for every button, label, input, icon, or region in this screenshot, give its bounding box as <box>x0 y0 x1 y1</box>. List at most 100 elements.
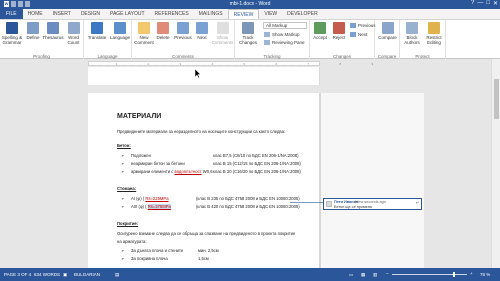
next-change-button[interactable]: Next <box>350 32 367 37</box>
protect-group: Block Authors Restrict Editing Protect <box>400 20 446 60</box>
spelling-grammar-button[interactable]: Spelling & Grammar <box>1 22 23 45</box>
compare-button[interactable]: Compare <box>376 22 399 40</box>
track-changes-button[interactable]: Track Changes <box>236 22 260 45</box>
language-indicator[interactable]: BULGARIAN <box>74 272 100 277</box>
minimize-button[interactable]: — <box>477 0 483 7</box>
next-change-icon <box>350 32 356 37</box>
previous-change-button[interactable]: Previous <box>350 23 376 28</box>
zoom-in-button[interactable]: + <box>470 271 473 276</box>
show-comments-button[interactable]: Show Comments <box>211 22 234 45</box>
markup-area <box>320 93 424 268</box>
language-icon <box>114 22 126 34</box>
translate-button[interactable]: Translate <box>86 22 108 40</box>
reviewing-pane-icon <box>264 40 270 45</box>
language-button[interactable]: Language <box>109 22 131 40</box>
proofing-group: Spelling & Grammar Define Thesaurus Word… <box>0 20 84 60</box>
cover-heading: Покритие: <box>117 221 139 226</box>
tab-insert[interactable]: INSERT <box>48 9 76 19</box>
previous-comment-button[interactable]: Previous <box>173 22 193 40</box>
selected-tracked-change[interactable]: Rs=375MPa <box>147 204 171 209</box>
close-button[interactable]: ✕ <box>493 0 498 7</box>
tracked-change[interactable]: Rs=225MPa <box>145 196 168 201</box>
tab-mailings[interactable]: MAILINGS <box>194 9 228 19</box>
tab-file[interactable]: FILE <box>0 9 23 19</box>
reply-icon[interactable]: ↩ <box>416 200 419 205</box>
reviewing-pane-button[interactable]: Reviewing Pane <box>264 40 305 45</box>
heading: МАТЕРИАЛИ <box>117 113 162 120</box>
list-item: неармиран бетон за бетони <box>131 161 185 166</box>
tracking-group: Track Changes All Markup Show Markup Rev… <box>235 20 310 60</box>
translate-icon <box>91 22 103 34</box>
maximize-button[interactable]: □ <box>486 0 490 7</box>
tab-home[interactable]: HOME <box>23 9 48 19</box>
word-count-button[interactable]: Word Count <box>65 22 82 45</box>
ribbon: Spelling & Grammar Define Thesaurus Word… <box>0 19 500 60</box>
zoom-level[interactable]: 76 % <box>480 272 490 277</box>
bullet-arrow-icon: ➢ <box>121 248 125 253</box>
horizontal-ruler[interactable]: · · · 1 · · · 2 · · · 3 · · · 4 · · · 5 … <box>0 59 500 67</box>
ribbon-tabs: FILE HOME INSERT DESIGN PAGE LAYOUT REFE… <box>0 9 500 19</box>
zoom-slider-thumb[interactable] <box>453 272 455 277</box>
page-count[interactable]: PAGE 3 OF 4 <box>4 272 31 277</box>
help-button[interactable]: ? <box>471 0 474 7</box>
comment-timestamp: A few seconds ago <box>354 200 386 204</box>
vertical-scrollbar[interactable] <box>491 59 500 268</box>
markup-display-select[interactable]: All Markup <box>263 22 307 29</box>
list-item-value: мин. 2,5см <box>198 248 219 253</box>
show-comments-icon <box>216 22 229 34</box>
vertical-ruler[interactable] <box>0 67 8 268</box>
accept-button[interactable]: Accept <box>311 22 329 40</box>
list-item-value: 1,5см <box>198 256 209 261</box>
comment-text[interactable]: Бетон ще се променя <box>334 205 372 209</box>
avatar <box>326 201 332 207</box>
delete-comment-button[interactable]: Delete <box>154 22 172 40</box>
status-bar: PAGE 3 OF 4 634 WORDS ▣ BULGARIAN ▤ ▭ ▦ … <box>0 268 500 281</box>
define-button[interactable]: Define <box>25 22 41 40</box>
scrollbar-thumb[interactable] <box>494 79 499 119</box>
comments-group: New Comment Delete Previous Next Show Co… <box>132 20 235 60</box>
list-item: AIII (φ) ( Rs=375MPa <box>131 204 171 209</box>
compare-group: Compare Compare <box>375 20 400 60</box>
tracked-change[interactable]: водоплътност <box>175 169 202 174</box>
tab-design[interactable]: DESIGN <box>76 9 105 19</box>
title-bar: W mbi-1.docx - Word ? — □ ✕ <box>0 0 500 9</box>
tab-developer[interactable]: DEVELOPER <box>282 9 323 19</box>
macro-record-icon[interactable]: ▤ <box>115 272 119 278</box>
list-item: AI (φ) ( Rs=225MPa <box>131 196 169 201</box>
block-authors-button[interactable]: Block Authors <box>401 22 423 45</box>
proofing-status-icon[interactable]: ▣ <box>63 272 67 278</box>
thesaurus-button[interactable]: Thesaurus <box>42 22 64 40</box>
previous-comment-icon <box>177 22 189 34</box>
page-previous <box>88 67 320 85</box>
word-count[interactable]: 634 WORDS <box>34 272 60 277</box>
restrict-editing-button[interactable]: Restrict Editing <box>423 22 445 45</box>
read-mode-icon[interactable]: ▭ <box>349 272 353 278</box>
bullet-arrow-icon: ➢ <box>121 153 125 158</box>
window-title: mbi-1.docx - Word <box>229 1 271 7</box>
previous-change-icon <box>350 23 356 28</box>
print-layout-icon[interactable]: ▦ <box>361 272 365 278</box>
new-comment-button[interactable]: New Comment <box>133 22 155 45</box>
ruler-ticks: · · · 1 · · · 2 · · · 3 · · · 4 · · · 5 … <box>92 62 392 66</box>
web-layout-icon[interactable]: ▥ <box>373 272 377 278</box>
zoom-slider[interactable] <box>392 274 467 275</box>
bullet-arrow-icon: ➢ <box>121 196 125 201</box>
comment-balloon[interactable]: Пети Иванов A few seconds ago Бетон ще с… <box>323 198 422 210</box>
tab-review[interactable]: REVIEW <box>227 9 260 19</box>
next-comment-button[interactable]: Next <box>194 22 210 40</box>
list-item-class: клас В7,5 (C8/10 по БДС EN 206-1/NA:2008… <box>213 153 299 158</box>
tab-view[interactable]: VIEW <box>259 9 282 19</box>
cover-paragraph-cont: на арматурата: <box>117 239 147 244</box>
show-markup-button[interactable]: Show Markup <box>264 32 300 37</box>
zoom-out-button[interactable]: − <box>386 271 389 276</box>
tab-page-layout[interactable]: PAGE LAYOUT <box>105 9 150 19</box>
list-item: армирани елементи с водоплътност W0,6 <box>131 169 213 174</box>
compare-icon <box>381 22 394 34</box>
reject-button[interactable]: Reject <box>330 22 348 40</box>
new-comment-icon <box>138 22 150 34</box>
bullet-arrow-icon: ➢ <box>121 169 125 174</box>
restrict-editing-lock-icon <box>428 22 440 34</box>
list-item-class: клас В 20 (C16/20 по БДС EN 206-1/NA:200… <box>213 169 301 174</box>
tab-references[interactable]: REFERENCES <box>150 9 194 19</box>
word-count-icon <box>67 22 80 34</box>
